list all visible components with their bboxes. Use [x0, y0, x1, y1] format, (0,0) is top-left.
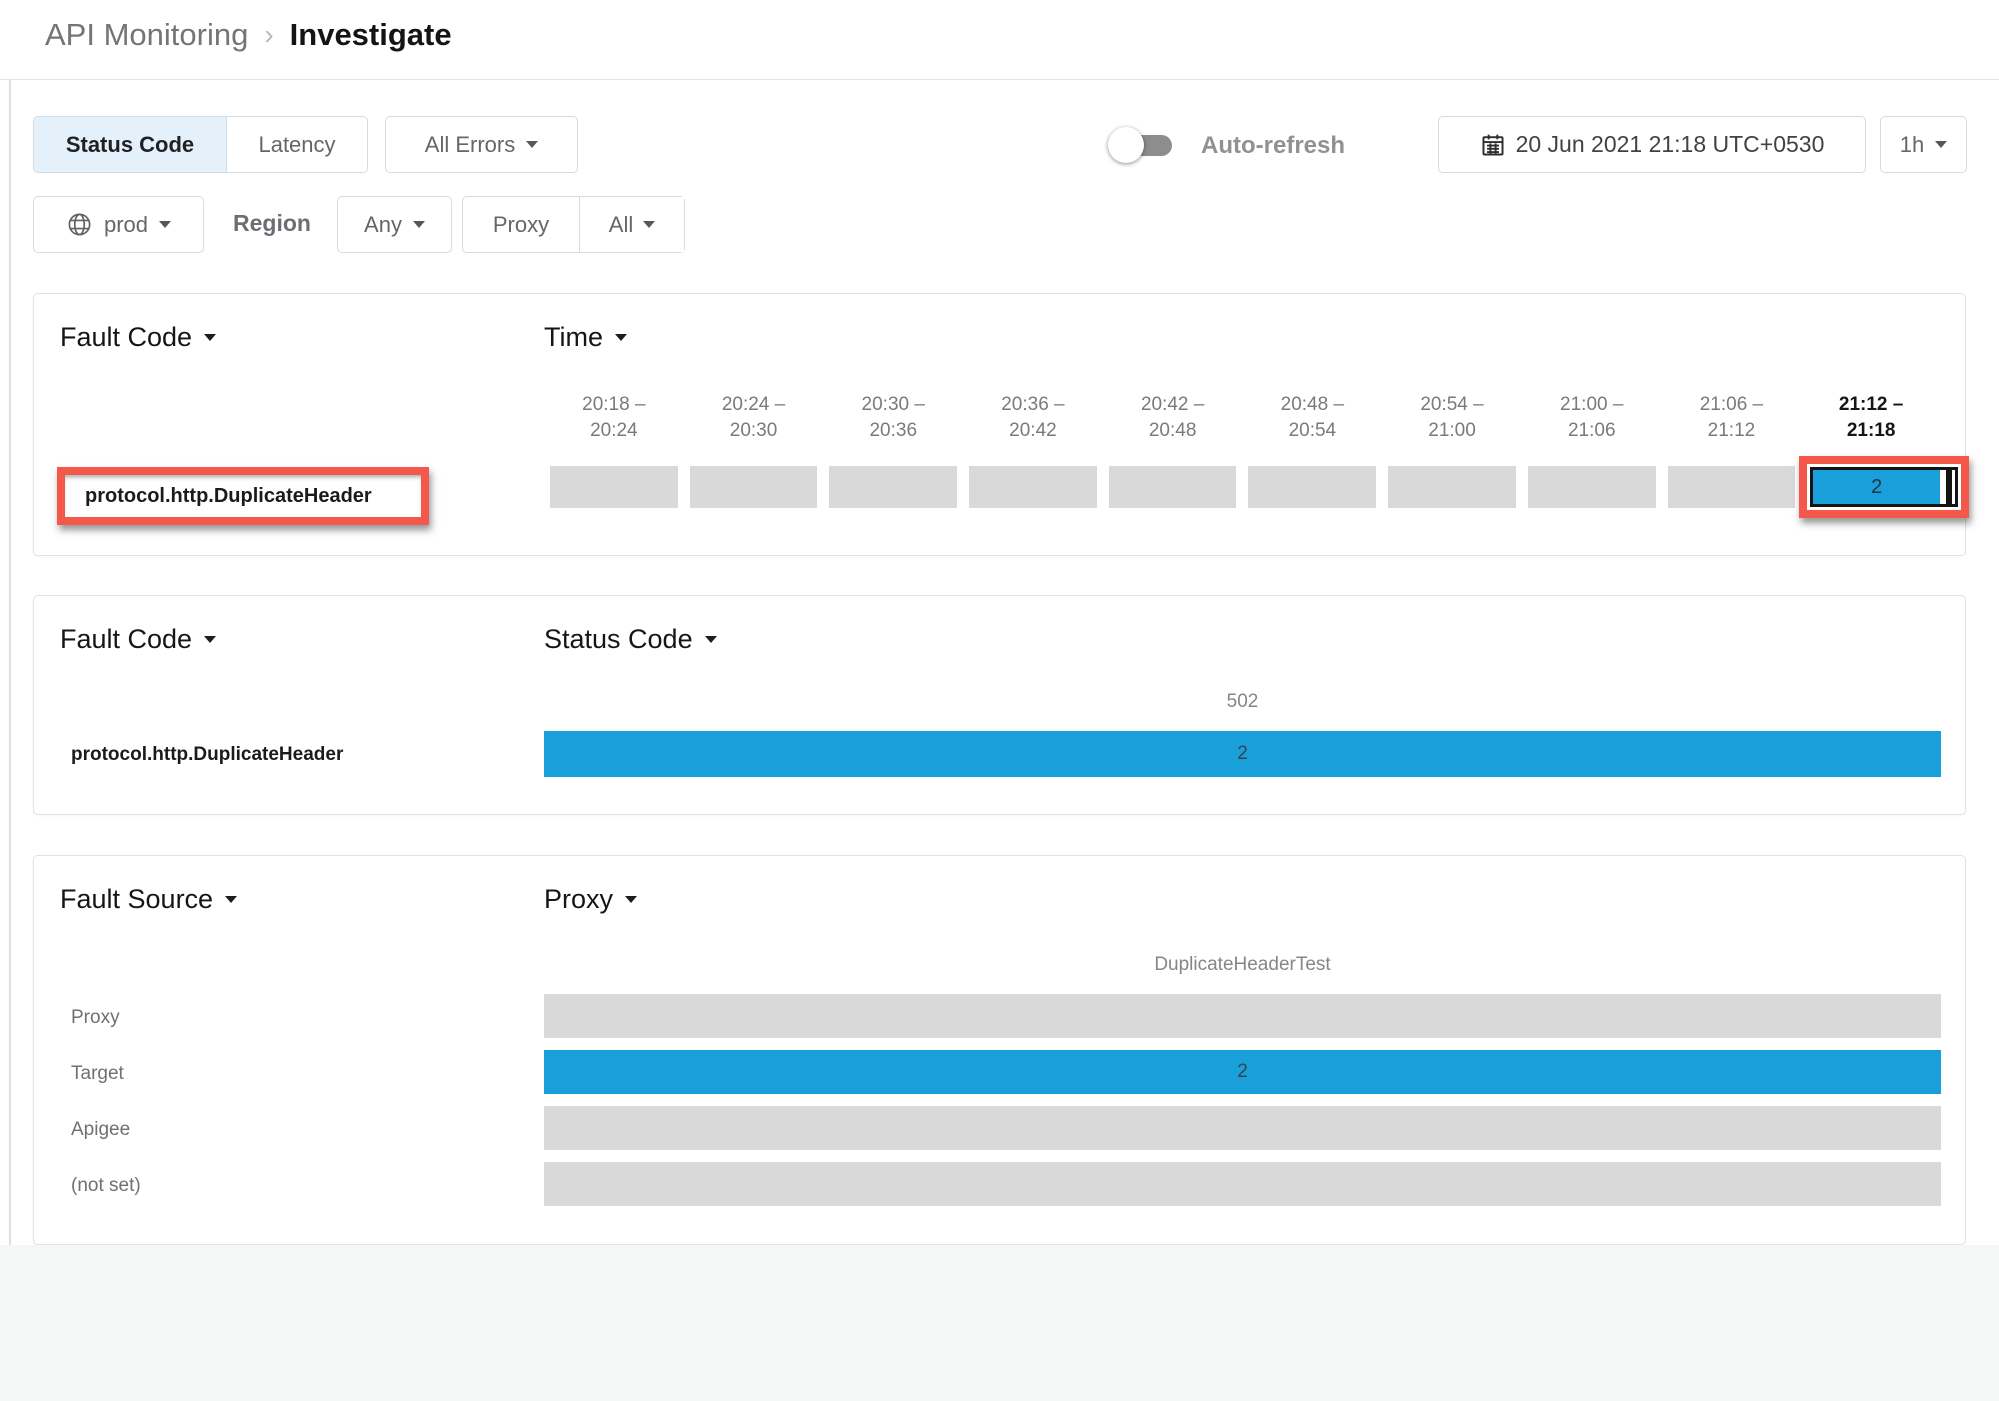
bar-target[interactable]: 2	[544, 1050, 1941, 1094]
heatmap-row: 2	[544, 466, 1941, 508]
row-label-apigee: Apigee	[71, 1119, 130, 1141]
fault-code-row-label: protocol.http.DuplicateHeader	[71, 744, 343, 766]
api-monitoring-investigate-page: API Monitoring › Investigate Status Code…	[0, 0, 1999, 1401]
heatmap-cell[interactable]	[1388, 466, 1516, 508]
page-footer-area	[0, 1245, 1999, 1401]
heatmap-cell[interactable]	[969, 466, 1097, 508]
fault-code-row-label[interactable]: protocol.http.DuplicateHeader	[85, 485, 372, 508]
chevron-right-icon: ›	[264, 19, 273, 51]
dimension-label: Fault Source	[60, 884, 213, 915]
toggle-knob	[1108, 127, 1144, 163]
row-label-target: Target	[71, 1063, 124, 1085]
heatmap-cell[interactable]	[1668, 466, 1796, 508]
dimension-label: Proxy	[544, 884, 613, 915]
chevron-down-icon	[526, 141, 538, 148]
proxy-filter-value: All	[609, 212, 633, 238]
row-label-not-set: (not set)	[71, 1175, 141, 1197]
heatmap-cell[interactable]	[1248, 466, 1376, 508]
proxy-filter-group: Proxy All	[462, 196, 685, 253]
heatmap-cell[interactable]	[690, 466, 818, 508]
time-bucket-label: 20:48 –20:54	[1242, 392, 1382, 444]
environment-dropdown[interactable]: prod	[33, 196, 204, 253]
breadcrumb-api-monitoring[interactable]: API Monitoring	[45, 17, 248, 53]
datetime-value: 20 Jun 2021 21:18 UTC+0530	[1516, 131, 1825, 158]
metric-tab-group: Status Code Latency	[33, 116, 368, 173]
calendar-icon	[1480, 132, 1506, 158]
dimension-label: Fault Code	[60, 624, 192, 655]
col-dimension-selector-time[interactable]: Time	[544, 322, 627, 353]
bar-not-set[interactable]	[544, 1162, 1941, 1206]
environment-value: prod	[104, 212, 148, 238]
heatmap-cell-selected[interactable]: 2	[1813, 470, 1940, 504]
time-bucket-label: 20:18 –20:24	[544, 392, 684, 444]
status-code-bar[interactable]: 2	[544, 731, 1941, 777]
chevron-down-icon	[413, 221, 425, 228]
tab-status-code[interactable]: Status Code	[34, 117, 227, 172]
fault-source-by-proxy-panel: Fault Source Proxy DuplicateHeaderTest P…	[33, 855, 1966, 1245]
time-bucket-label: 20:24 –20:30	[684, 392, 824, 444]
dimension-label: Time	[544, 322, 603, 353]
proxy-filter-dropdown[interactable]: All	[580, 197, 684, 252]
time-bucket-label: 20:30 –20:36	[823, 392, 963, 444]
tab-latency[interactable]: Latency	[227, 117, 367, 172]
chevron-down-icon	[625, 896, 637, 903]
heatmap-cell[interactable]	[1109, 466, 1237, 508]
proxy-column-label: DuplicateHeaderTest	[544, 954, 1941, 976]
page-title: Investigate	[290, 17, 452, 53]
time-bucket-labels: 20:18 –20:24 20:24 –20:30 20:30 –20:36 2…	[544, 392, 1941, 444]
time-bucket-label: 20:54 –21:00	[1382, 392, 1522, 444]
row-dimension-selector-fault-code[interactable]: Fault Code	[60, 624, 216, 655]
fault-code-by-time-panel: Fault Code Time 20:18 –20:24 20:24 –20:3…	[33, 293, 1966, 556]
proxy-filter-label: Proxy	[463, 197, 580, 252]
content-left-border	[9, 0, 11, 1401]
error-type-dropdown-label: All Errors	[425, 132, 515, 158]
time-bucket-label: 21:00 –21:06	[1522, 392, 1662, 444]
time-bucket-label: 21:06 –21:12	[1662, 392, 1802, 444]
heatmap-cell[interactable]	[829, 466, 957, 508]
chevron-down-icon	[204, 334, 216, 341]
top-bar: API Monitoring › Investigate	[0, 0, 1999, 80]
col-dimension-selector-proxy[interactable]: Proxy	[544, 884, 637, 915]
time-range-value: 1h	[1900, 132, 1924, 158]
error-type-dropdown[interactable]: All Errors	[385, 116, 578, 173]
annotation-highlight-selected-cell: 2	[1799, 456, 1969, 518]
chevron-down-icon	[225, 896, 237, 903]
time-bucket-label-selected: 21:12 –21:18	[1801, 392, 1941, 444]
bar-proxy[interactable]	[544, 994, 1941, 1038]
bar-apigee[interactable]	[544, 1106, 1941, 1150]
chevron-down-icon	[643, 221, 655, 228]
fault-code-by-status-code-panel: Fault Code Status Code 502 protocol.http…	[33, 595, 1966, 815]
chevron-down-icon	[615, 334, 627, 341]
region-dropdown[interactable]: Any	[337, 196, 452, 253]
time-range-dropdown[interactable]: 1h	[1880, 116, 1967, 173]
chevron-down-icon	[204, 636, 216, 643]
heatmap-cell[interactable]	[550, 466, 678, 508]
auto-refresh-label: Auto-refresh	[1201, 132, 1345, 160]
status-code-column-label: 502	[544, 691, 1941, 713]
chevron-down-icon	[705, 636, 717, 643]
row-label-proxy: Proxy	[71, 1007, 120, 1029]
breadcrumb: API Monitoring › Investigate	[45, 17, 452, 53]
auto-refresh-toggle[interactable]	[1108, 126, 1174, 164]
region-label: Region	[233, 210, 311, 237]
col-dimension-selector-status-code[interactable]: Status Code	[544, 624, 717, 655]
row-dimension-selector-fault-code[interactable]: Fault Code	[60, 322, 216, 353]
row-dimension-selector-fault-source[interactable]: Fault Source	[60, 884, 237, 915]
datetime-picker-button[interactable]: 20 Jun 2021 21:18 UTC+0530	[1438, 116, 1866, 173]
region-value: Any	[364, 212, 402, 238]
dimension-label: Fault Code	[60, 322, 192, 353]
globe-icon	[66, 211, 93, 238]
chevron-down-icon	[1935, 141, 1947, 148]
chevron-down-icon	[159, 221, 171, 228]
dimension-label: Status Code	[544, 624, 693, 655]
time-bucket-label: 20:42 –20:48	[1103, 392, 1243, 444]
heatmap-cell[interactable]	[1528, 466, 1656, 508]
time-bucket-label: 20:36 –20:42	[963, 392, 1103, 444]
annotation-highlight-fault-code: protocol.http.DuplicateHeader	[57, 467, 429, 525]
